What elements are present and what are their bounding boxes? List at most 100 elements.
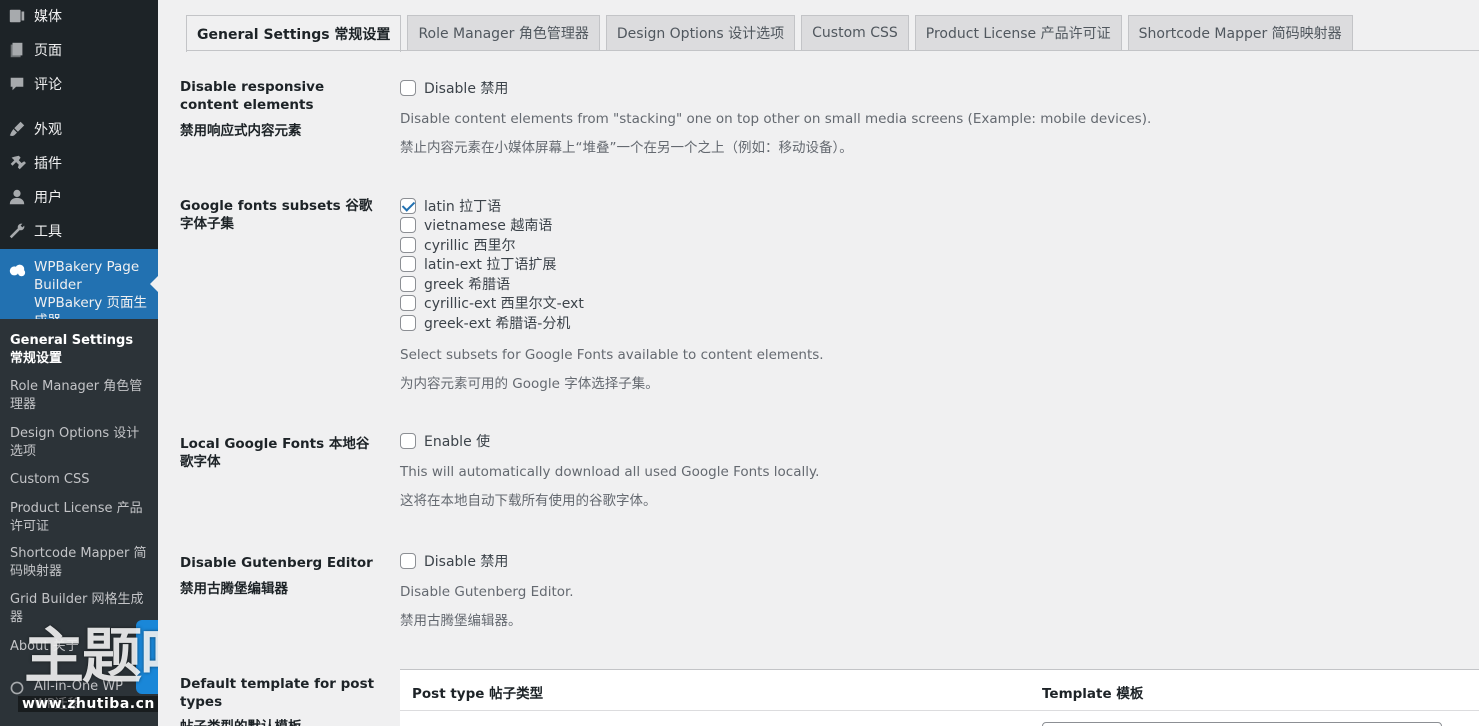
menu-label: 外观	[34, 122, 62, 138]
setting-description-en: Disable Gutenberg Editor.	[400, 583, 574, 600]
tab-general-settings[interactable]: General Settings 常规设置	[186, 15, 402, 52]
checkbox-label: cyrillic 西里尔	[424, 237, 516, 254]
post-type-template-table: Post type 帖子类型 Template 模板	[400, 669, 1479, 726]
users-icon	[0, 188, 34, 206]
watermark-url: www.zhutiba.cn	[18, 696, 159, 712]
checkbox-label: Disable 禁用	[424, 80, 509, 97]
column-header-template: Template 模板	[1042, 686, 1144, 702]
menu-label: 页面	[34, 43, 62, 59]
settings-main: General Settings 常规设置 Role Manager 角色管理器…	[158, 0, 1479, 726]
wpbakery-cloud-icon	[0, 249, 34, 279]
setting-label: Local Google Fonts 本地谷歌字体	[180, 436, 370, 470]
setting-description-en: This will automatically download all use…	[400, 463, 820, 480]
checkbox-label: greek 希腊语	[424, 276, 511, 293]
checkbox-box[interactable]	[400, 552, 416, 569]
admin-sidebar: 媒体 页面 评论 外观 插件 用户 工具 WPBakery Page Build…	[0, 0, 158, 726]
checkbox-box[interactable]	[400, 314, 416, 331]
enable-local-fonts-checkbox[interactable]: Enable 使	[400, 431, 1400, 451]
subset-checkbox-latin[interactable]: latin 拉丁语	[400, 196, 1400, 216]
subset-checkbox-latin-ext[interactable]: latin-ext 拉丁语扩展	[400, 255, 1400, 275]
setting-label-zh: 帖子类型的默认模板	[180, 718, 380, 726]
submenu-general-settings[interactable]: General Settings 常规设置	[10, 332, 150, 368]
submenu-custom-css[interactable]: Custom CSS	[10, 471, 150, 489]
checkbox-box[interactable]	[400, 79, 416, 96]
tab-design-options[interactable]: Design Options 设计选项	[605, 15, 796, 50]
setting-label: Google fonts subsets 谷歌字体子集	[180, 198, 373, 232]
disable-gutenberg-checkbox[interactable]: Disable 禁用	[400, 551, 1400, 571]
setting-body: Disable 禁用 Disable Gutenberg Editor. 禁用古…	[400, 551, 1400, 630]
appearance-icon	[0, 120, 34, 138]
tabs-divider	[186, 50, 1479, 51]
setting-label: Default template for post types 帖子类型的默认模…	[180, 675, 380, 726]
menu-item-users[interactable]: 用户	[0, 181, 158, 213]
submenu-role-manager[interactable]: Role Manager 角色管理器	[10, 378, 150, 414]
setting-description-en: Disable content elements from "stacking"…	[400, 110, 1152, 127]
subset-checkbox-vietnamese[interactable]: vietnamese 越南语	[400, 216, 1400, 236]
checkbox-box[interactable]	[400, 217, 416, 234]
setting-description-zh: 为内容元素可用的 Google 字体选择子集。	[400, 375, 659, 392]
subset-checkbox-greek-ext[interactable]: greek-ext 希腊语-分机	[400, 313, 1400, 333]
tab-custom-css[interactable]: Custom CSS	[801, 15, 909, 50]
menu-item-pages[interactable]: 页面	[0, 34, 158, 66]
column-header-post-type: Post type 帖子类型	[412, 686, 544, 702]
checkbox-label: Enable 使	[424, 433, 491, 450]
checkbox-box[interactable]	[400, 256, 416, 273]
subset-checkbox-cyrillic[interactable]: cyrillic 西里尔	[400, 235, 1400, 255]
menu-item-comments[interactable]: 评论	[0, 68, 158, 100]
menu-label: WPBakery Page Builder WPBakery 页面生成器	[34, 259, 147, 329]
subset-checkbox-greek[interactable]: greek 希腊语	[400, 274, 1400, 294]
checkbox-box[interactable]	[400, 275, 416, 292]
pages-icon	[0, 41, 34, 59]
setting-body: Enable 使 This will automatically downloa…	[400, 431, 1400, 510]
plugins-icon	[0, 154, 34, 172]
submenu-shortcode-mapper[interactable]: Shortcode Mapper 简码映射器	[10, 545, 150, 581]
menu-label: 工具	[34, 224, 62, 240]
setting-label: Disable Gutenberg Editor 禁用古腾堡编辑器	[180, 554, 380, 598]
menu-label: 插件	[34, 156, 62, 172]
setting-label-en: Disable Gutenberg Editor	[180, 555, 373, 571]
checkbox-label: cyrillic-ext 西里尔文-ext	[424, 296, 584, 313]
disable-responsive-checkbox[interactable]: Disable 禁用	[400, 78, 1400, 98]
setting-label-en: Default template for post types	[180, 676, 375, 710]
menu-item-plugins[interactable]: 插件	[0, 147, 158, 179]
checkbox-box[interactable]	[400, 295, 416, 312]
comments-icon	[0, 75, 34, 93]
checkbox-label: latin-ext 拉丁语扩展	[424, 257, 557, 274]
checkbox-label: greek-ext 希腊语-分机	[424, 315, 571, 332]
checkbox-label: vietnamese 越南语	[424, 218, 553, 235]
setting-label: Disable responsive content elements 禁用响应…	[180, 78, 380, 140]
checkbox-box[interactable]	[400, 197, 416, 214]
settings-tabs: General Settings 常规设置 Role Manager 角色管理器…	[186, 15, 1359, 52]
setting-body: Disable 禁用 Disable content elements from…	[400, 78, 1400, 157]
menu-item-tools[interactable]: 工具	[0, 215, 158, 247]
menu-label: 媒体	[34, 9, 62, 25]
menu-item-media[interactable]: 媒体	[0, 0, 158, 32]
subset-checkbox-cyrillic-ext[interactable]: cyrillic-ext 西里尔文-ext	[400, 294, 1400, 314]
menu-item-wpbakery[interactable]: WPBakery Page Builder WPBakery 页面生成器	[0, 249, 158, 329]
tools-icon	[0, 222, 34, 240]
setting-description-zh: 禁用古腾堡编辑器。	[400, 612, 522, 629]
tab-role-manager[interactable]: Role Manager 角色管理器	[407, 15, 600, 50]
table-divider	[400, 710, 1479, 711]
setting-description-zh: 禁止内容元素在小媒体屏幕上“堆叠”一个在另一个之上（例如：移动设备）。	[400, 139, 853, 156]
menu-label: 评论	[34, 77, 62, 93]
checkbox-label: latin 拉丁语	[424, 198, 502, 215]
tab-shortcode-mapper[interactable]: Shortcode Mapper 简码映射器	[1127, 15, 1353, 50]
setting-label-en: Disable responsive content elements	[180, 79, 325, 113]
setting-label-zh: 禁用响应式内容元素	[180, 123, 302, 139]
menu-label: 用户	[34, 190, 62, 206]
setting-description-en: Select subsets for Google Fonts availabl…	[400, 346, 824, 363]
active-menu-arrow	[150, 276, 158, 292]
checkbox-box[interactable]	[400, 432, 416, 449]
media-icon	[0, 7, 34, 25]
submenu-design-options[interactable]: Design Options 设计选项	[10, 425, 150, 461]
setting-description-zh: 这将在本地自动下载所有使用的谷歌字体。	[400, 492, 657, 509]
template-select[interactable]	[1042, 722, 1442, 726]
checkbox-box[interactable]	[400, 236, 416, 253]
tab-product-license[interactable]: Product License 产品许可证	[914, 15, 1122, 50]
menu-item-appearance[interactable]: 外观	[0, 113, 158, 145]
setting-label-zh: 禁用古腾堡编辑器	[180, 581, 288, 597]
setting-body: latin 拉丁语 vietnamese 越南语 cyrillic 西里尔 la…	[400, 196, 1400, 393]
checkbox-label: Disable 禁用	[424, 553, 509, 570]
submenu-product-license[interactable]: Product License 产品许可证	[10, 500, 150, 536]
